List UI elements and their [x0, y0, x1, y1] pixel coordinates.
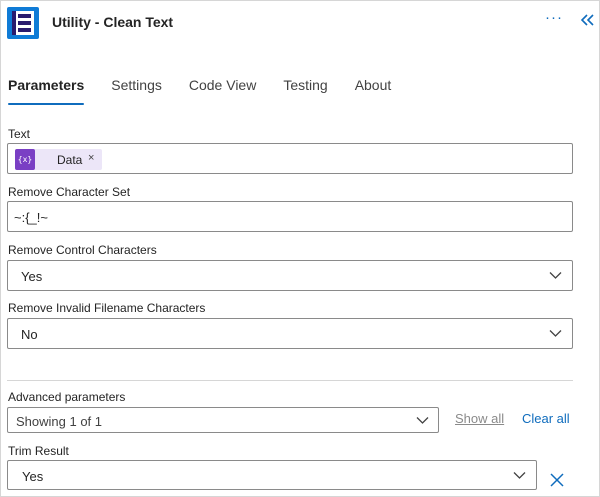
page-title: Utility - Clean Text: [52, 14, 174, 30]
chevron-down-icon: [513, 472, 526, 479]
text-field-label: Text: [8, 127, 31, 141]
remove-invalid-filename-characters-dropdown[interactable]: No: [7, 318, 573, 349]
tab-settings[interactable]: Settings: [111, 77, 162, 105]
remove-character-set-input[interactable]: ~:{_!~: [7, 201, 573, 232]
advanced-parameters-dropdown[interactable]: Showing 1 of 1: [7, 407, 439, 433]
trim-result-value: Yes: [22, 469, 44, 484]
tab-testing[interactable]: Testing: [283, 77, 327, 105]
dynamic-content-token[interactable]: {x} Data ×: [15, 149, 102, 170]
remove-control-characters-label: Remove Control Characters: [8, 243, 157, 257]
remove-character-set-value: ~:{_!~: [14, 210, 48, 225]
clear-all-link[interactable]: Clear all: [522, 411, 570, 426]
double-chevron-left-icon[interactable]: [580, 12, 596, 28]
remove-control-characters-value: Yes: [21, 269, 43, 284]
tab-code-view[interactable]: Code View: [189, 77, 256, 105]
tab-about[interactable]: About: [355, 77, 392, 105]
connector-logo-icon: [7, 7, 39, 39]
remove-control-characters-dropdown[interactable]: Yes: [7, 260, 573, 291]
close-icon[interactable]: [550, 473, 564, 487]
token-remove-icon[interactable]: ×: [88, 152, 94, 164]
remove-invalid-filename-characters-label: Remove Invalid Filename Characters: [8, 301, 206, 315]
text-input[interactable]: {x} Data ×: [7, 143, 573, 174]
remove-character-set-label: Remove Character Set: [8, 185, 131, 199]
show-all-link[interactable]: Show all: [455, 411, 504, 426]
more-options-icon[interactable]: ···: [545, 9, 563, 26]
advanced-parameters-label: Advanced parameters: [8, 390, 126, 404]
advanced-parameters-value: Showing 1 of 1: [16, 414, 103, 429]
token-label: Data: [57, 153, 83, 167]
section-divider: [7, 380, 573, 381]
remove-invalid-filename-characters-value: No: [21, 327, 38, 342]
variable-icon: {x}: [15, 149, 35, 170]
chevron-down-icon: [549, 272, 562, 279]
chevron-down-icon: [549, 330, 562, 337]
trim-result-label: Trim Result: [8, 444, 69, 458]
tab-parameters[interactable]: Parameters: [8, 77, 85, 105]
chevron-down-icon: [416, 417, 429, 424]
trim-result-dropdown[interactable]: Yes: [7, 460, 537, 490]
tab-bar: Parameters Settings Code View Testing Ab…: [8, 77, 418, 105]
